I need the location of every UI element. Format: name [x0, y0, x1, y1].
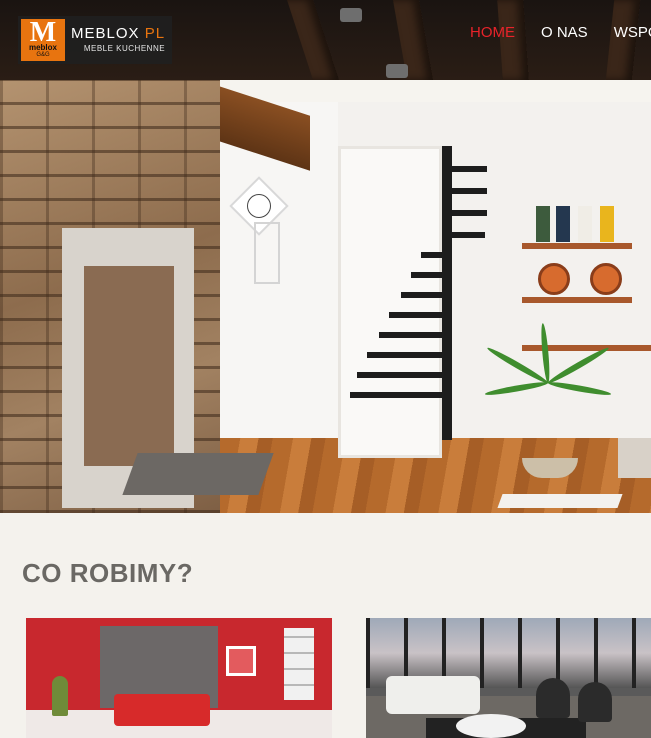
nav-item-wspolpraca[interactable]: WSPÓŁPRACA: [614, 24, 651, 41]
white-sofa: [386, 676, 480, 714]
stair-step: [389, 312, 451, 318]
stair-step: [379, 332, 451, 338]
red-sofa: [114, 694, 210, 726]
logo-small-text-2: G&G: [36, 52, 50, 58]
logo-small-text: meblox: [28, 43, 57, 52]
stair-step: [449, 188, 487, 194]
stair-step: [367, 352, 451, 358]
clock-face: [247, 194, 271, 218]
site-header: M meblox G&G MEBLOX PL MEBLE KUCHENNE HO…: [0, 0, 651, 80]
fireplace-hearth: [122, 453, 274, 495]
fireplace-opening: [84, 266, 174, 466]
site-logo[interactable]: M meblox G&G MEBLOX PL MEBLE KUCHENNE: [18, 16, 172, 64]
stair-step: [449, 166, 487, 172]
ceiling-spotlight: [340, 8, 362, 22]
shelf-book: [578, 206, 592, 242]
logo-text: MEBLOX PL MEBLE KUCHENNE: [71, 25, 165, 55]
stair-step: [411, 272, 451, 278]
wall-shelf: [522, 297, 632, 303]
stair-step: [401, 292, 451, 298]
logo-brand-main: MEBLOX: [71, 25, 140, 42]
lounge-chair: [578, 682, 612, 722]
sofa-edge: [618, 438, 651, 478]
shelf-book: [536, 206, 550, 242]
wall-shelf: [522, 243, 632, 249]
lounge-chair: [536, 678, 570, 718]
floor-rug: [497, 494, 623, 508]
stair-step: [449, 210, 487, 216]
nav-item-home[interactable]: HOME: [470, 24, 515, 41]
room-plant: [52, 676, 68, 716]
card-modern-living-room[interactable]: [366, 618, 651, 738]
logo-letter: M: [29, 17, 57, 48]
stair-step: [357, 372, 449, 378]
decor-plate: [538, 263, 570, 295]
logo-tagline: MEBLE KUCHENNE: [83, 44, 166, 53]
ceiling-spotlight: [386, 64, 408, 78]
card-red-room[interactable]: [26, 618, 332, 738]
room-window: [284, 628, 314, 700]
logo-brand-accent: PL: [144, 25, 166, 42]
stair-step: [421, 252, 451, 258]
logo-brand: MEBLOX PL: [71, 25, 165, 43]
clock-pendulum: [254, 222, 280, 284]
coffee-table: [456, 714, 526, 738]
ceiling-beam: [287, 0, 339, 80]
stair-step: [449, 232, 485, 238]
nav-item-o-nas[interactable]: O NAS: [541, 24, 588, 41]
stair-step: [350, 392, 450, 398]
shelf-book: [556, 206, 570, 242]
logo-mark: M meblox G&G: [21, 19, 65, 61]
picture-frame: [226, 646, 256, 676]
main-nav: HOME O NAS WSPÓŁPRACA: [470, 24, 651, 41]
hero-image: [0, 80, 651, 513]
shelf-book: [600, 206, 614, 242]
hero-staircase: [345, 146, 490, 446]
decor-plate: [590, 263, 622, 295]
hero-ceiling: [220, 80, 651, 102]
section-title: CO ROBIMY?: [22, 558, 194, 588]
